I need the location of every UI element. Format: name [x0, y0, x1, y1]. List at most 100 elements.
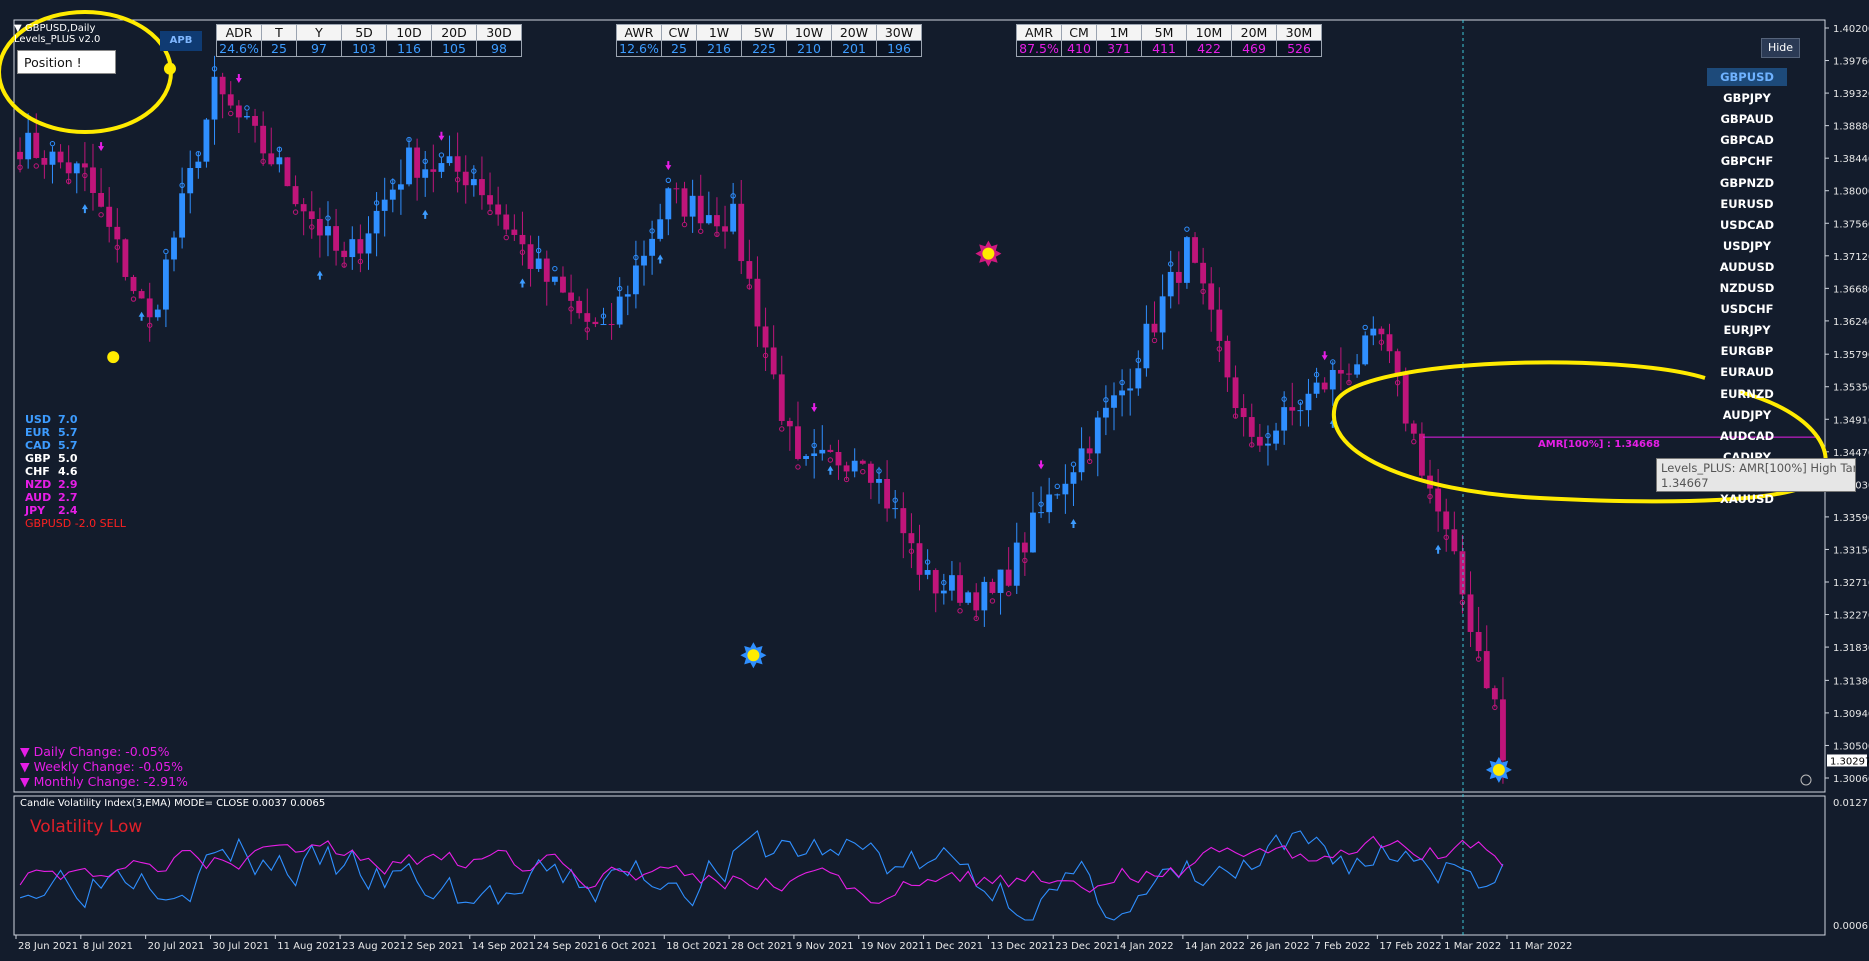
candle-body: [284, 157, 291, 187]
symbol-button-eurjpy[interactable]: EURJPY: [1707, 321, 1787, 339]
candle-body: [1305, 393, 1312, 411]
date-tick-label: 26 Jan 2022: [1250, 941, 1310, 952]
range-header-cell: 20W: [831, 24, 877, 41]
candle-body: [965, 592, 972, 603]
hide-button[interactable]: Hide: [1761, 38, 1800, 58]
candle-body: [1078, 448, 1085, 473]
candle-body: [932, 570, 939, 594]
candle-body: [422, 169, 429, 178]
trail-dot-marker: [244, 105, 250, 111]
range-header-cell: ADR: [216, 24, 262, 41]
candle-body: [1313, 382, 1320, 394]
candle-body: [738, 203, 745, 262]
price-tick-label: 1.32710: [1833, 578, 1869, 589]
candle-body: [292, 186, 299, 205]
candle-body: [892, 508, 899, 510]
candle-body: [1111, 395, 1117, 408]
amr-level-label: AMR[100%] : 1.34668: [1538, 439, 1660, 450]
sub-axis-bottom-label: 0.0006: [1833, 921, 1868, 932]
monthly-change-text: Monthly Change: -2.91%: [33, 774, 188, 789]
position-button[interactable]: Position !: [17, 50, 116, 74]
candle-body: [122, 239, 129, 277]
candle-body: [1386, 334, 1393, 352]
price-chart[interactable]: 1.40200 1.39760 1.39320 1.38880 1.38440 1.380…: [0, 0, 1869, 961]
symbol-button-xauusd[interactable]: XAUUSD: [1707, 490, 1787, 508]
candle-body: [316, 218, 323, 236]
candle-body: [859, 460, 866, 464]
candle-body: [154, 309, 161, 318]
range-header-cell: CM: [1061, 24, 1097, 41]
candle-body: [1240, 408, 1247, 418]
date-tick-label: 13 Dec 2021: [990, 941, 1054, 952]
swing-low-star-icon: [107, 351, 120, 364]
buy-arrow-icon: [138, 311, 145, 321]
symbol-button-gbpaud[interactable]: GBPAUD: [1707, 110, 1787, 128]
candle-body: [1500, 699, 1506, 761]
candle-body: [495, 204, 502, 215]
date-tick-label: 9 Nov 2021: [796, 941, 854, 952]
symbol-button-audusd[interactable]: AUDUSD: [1707, 258, 1787, 276]
candle-body: [414, 147, 421, 178]
candle-body: [568, 292, 574, 301]
currency-strength-value: 7.0: [58, 413, 78, 426]
symbol-button-gbpusd[interactable]: GBPUSD: [1707, 68, 1787, 86]
swing-high-star-icon: [982, 247, 995, 260]
buy-arrow-icon: [422, 209, 429, 219]
sell-arrow-icon: [98, 142, 105, 152]
candle-body: [470, 179, 477, 186]
range-value-cell: 25: [661, 40, 697, 57]
currency-code: CHF: [25, 465, 50, 478]
symbol-button-usdjpy[interactable]: USDJPY: [1707, 237, 1787, 255]
range-header-cell: T: [261, 24, 297, 41]
price-tick-label: 1.31830: [1833, 643, 1869, 654]
symbol-button-gbpchf[interactable]: GBPCHF: [1707, 152, 1787, 170]
candle-body: [1394, 351, 1401, 375]
symbol-button-audcad[interactable]: AUDCAD: [1707, 427, 1787, 445]
range-value-cell: 469: [1231, 40, 1277, 57]
candle-body: [876, 478, 882, 483]
candle-body: [1289, 407, 1296, 411]
candle-body: [203, 119, 210, 162]
candle-body: [446, 156, 453, 164]
symbol-button-audjpy[interactable]: AUDJPY: [1707, 406, 1787, 424]
candle-body: [179, 193, 186, 238]
expert-smiley-icon[interactable]: [1800, 774, 1812, 786]
candle-body: [276, 157, 283, 165]
date-tick-label: 28 Oct 2021: [731, 941, 793, 952]
range-value-cell: 24.6%: [216, 40, 262, 57]
symbol-button-nzdusd[interactable]: NZDUSD: [1707, 279, 1787, 297]
symbol-button-eurusd[interactable]: EURUSD: [1707, 195, 1787, 213]
date-tick-label: 18 Oct 2021: [666, 941, 728, 952]
price-tick-label: 1.37120: [1833, 252, 1869, 263]
date-tick-label: 23 Aug 2021: [342, 941, 406, 952]
symbol-button-gbpnzd[interactable]: GBPNZD: [1707, 174, 1787, 192]
symbol-button-euraud[interactable]: EURAUD: [1707, 363, 1787, 381]
monthly-range-table: AMR CM 1M 5M 10M 20M 30M 87.5% 410 371 411 422 469 52…: [1016, 24, 1322, 57]
candle-body: [1167, 271, 1174, 297]
chart-window[interactable]: 1.40200 1.39760 1.39320 1.38880 1.38440 1.380…: [0, 0, 1869, 961]
symbol-button-usdchf[interactable]: USDCHF: [1707, 300, 1787, 318]
candle-body: [1102, 407, 1109, 418]
symbol-button-gbpcad[interactable]: GBPCAD: [1707, 131, 1787, 149]
trail-dot-marker: [1411, 438, 1417, 445]
symbol-button-eurnzd[interactable]: EURNZD: [1707, 385, 1787, 403]
candle-body: [1216, 309, 1223, 341]
candle-body: [819, 449, 826, 454]
candle-body: [65, 162, 72, 174]
symbol-button-gbpjpy[interactable]: GBPJPY: [1707, 89, 1787, 107]
buy-arrow-icon: [657, 254, 664, 264]
symbol-button-eurgbp[interactable]: EURGBP: [1707, 342, 1787, 360]
collapse-triangle-icon[interactable]: ▼: [14, 23, 22, 34]
price-tick-label: 1.39760: [1833, 57, 1869, 68]
range-value-cell: 12.6%: [616, 40, 662, 57]
candle-body: [260, 125, 267, 154]
trail-dot-marker: [33, 163, 39, 169]
candle-body: [705, 215, 712, 224]
price-tick-label: 1.36240: [1833, 317, 1869, 328]
candle-body: [1273, 430, 1279, 444]
buy-arrow-icon: [316, 270, 323, 280]
range-header-cell: 10M: [1186, 24, 1232, 41]
candle-body: [252, 115, 258, 126]
symbol-button-usdcad[interactable]: USDCAD: [1707, 216, 1787, 234]
candle-body: [543, 258, 550, 282]
